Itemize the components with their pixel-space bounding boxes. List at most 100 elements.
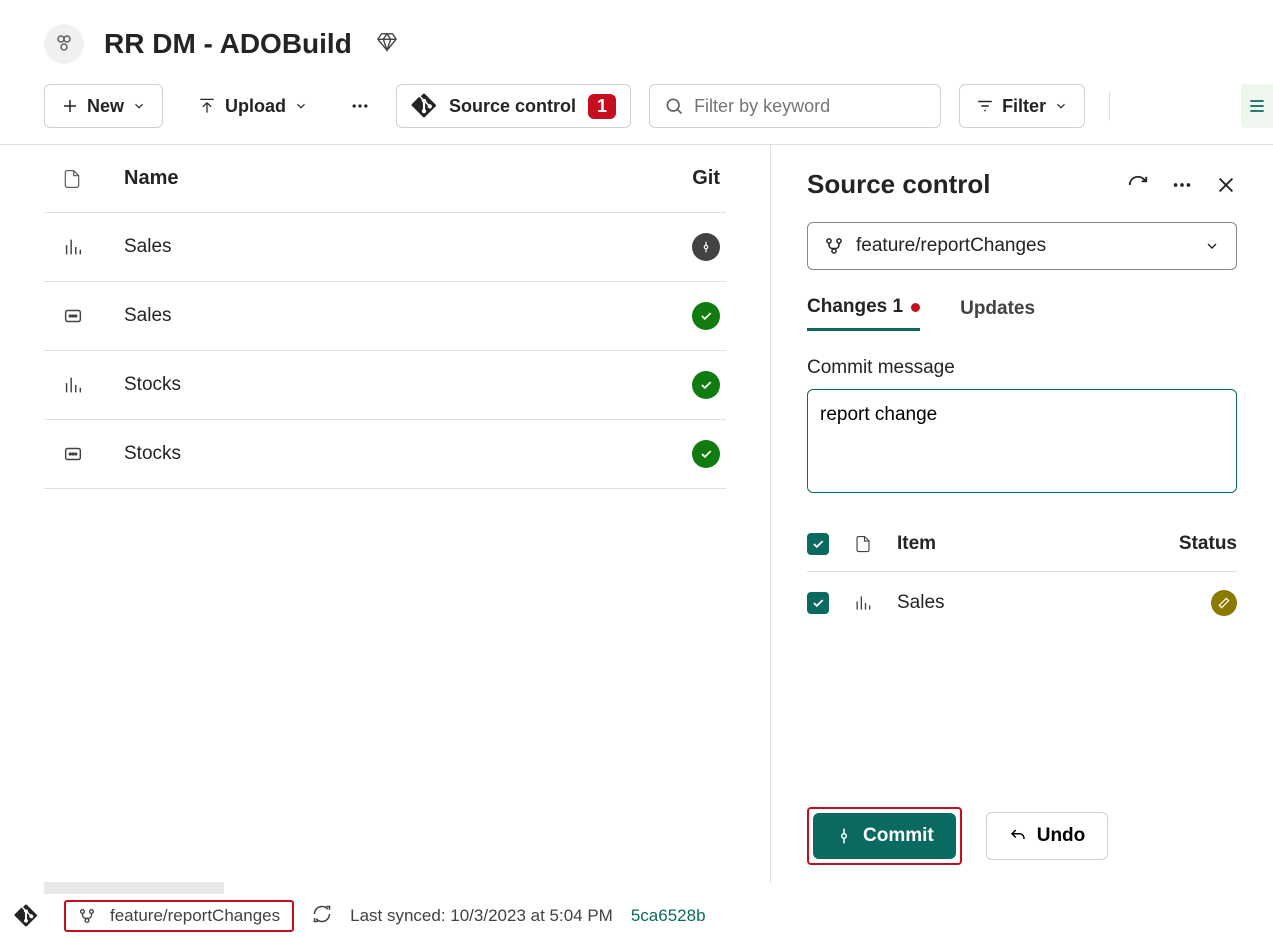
upload-icon xyxy=(197,96,217,116)
sync-arrows-icon xyxy=(312,904,332,924)
change-checkbox[interactable] xyxy=(807,592,829,614)
branch-selector[interactable]: feature/reportChanges xyxy=(807,222,1237,270)
hamburger-icon xyxy=(1247,96,1267,116)
toolbar: New Upload Source control 1 Filter xyxy=(0,80,1273,145)
item-git-status xyxy=(692,440,726,468)
commit-message-input[interactable] xyxy=(807,389,1237,493)
filter-button-label: Filter xyxy=(1002,96,1046,117)
branch-icon xyxy=(824,236,844,256)
chevron-down-icon xyxy=(294,99,308,113)
undo-icon xyxy=(1009,827,1027,845)
panel-toggle-button[interactable] xyxy=(1241,84,1273,128)
table-header-git[interactable]: Git xyxy=(692,167,726,190)
source-control-button[interactable]: Source control 1 xyxy=(396,84,631,128)
source-control-panel: Source control feature/reportChanges Cha… xyxy=(770,145,1273,883)
branch-icon xyxy=(78,907,96,925)
check-icon xyxy=(811,537,825,551)
tab-updates[interactable]: Updates xyxy=(960,296,1035,331)
filter-keyword-input[interactable] xyxy=(694,96,926,117)
page-header: RR DM - ADOBuild xyxy=(0,0,1273,80)
table-row[interactable]: Sales xyxy=(44,282,726,351)
chevron-down-icon xyxy=(132,99,146,113)
new-button[interactable]: New xyxy=(44,84,163,128)
status-branch-highlight[interactable]: feature/reportChanges xyxy=(64,900,294,932)
item-name: Stocks xyxy=(124,374,692,396)
close-panel-button[interactable] xyxy=(1215,174,1237,196)
commit-icon xyxy=(835,827,853,845)
refresh-button[interactable] xyxy=(1127,174,1149,196)
panel-title: Source control xyxy=(807,169,1127,200)
table-row[interactable]: Stocks xyxy=(44,351,726,420)
ellipsis-icon xyxy=(350,96,370,116)
page-title: RR DM - ADOBuild xyxy=(104,28,352,60)
sync-icon[interactable] xyxy=(312,904,332,929)
scrollbar-thumb[interactable] xyxy=(44,882,224,894)
table-header-type-icon xyxy=(44,168,124,190)
search-icon xyxy=(664,96,684,116)
filter-icon xyxy=(976,97,994,115)
source-control-label: Source control xyxy=(449,96,576,117)
upload-button[interactable]: Upload xyxy=(181,84,324,128)
commit-message-label: Commit message xyxy=(807,357,1237,379)
item-git-status xyxy=(692,233,726,261)
upload-button-label: Upload xyxy=(225,96,286,117)
chevron-down-icon xyxy=(1054,99,1068,113)
changes-list-header: Item Status xyxy=(807,521,1237,572)
items-table: Name Git Sales Sales Stocks Stocks xyxy=(0,145,770,883)
new-button-label: New xyxy=(87,96,124,117)
change-status-modified-icon xyxy=(1211,590,1237,616)
table-header-name[interactable]: Name xyxy=(124,167,692,190)
commit-button[interactable]: Commit xyxy=(813,813,956,859)
status-commit-hash[interactable]: 5ca6528b xyxy=(631,906,706,926)
file-icon xyxy=(854,534,872,554)
refresh-icon xyxy=(1127,174,1149,196)
chevron-down-icon xyxy=(1204,238,1220,254)
changes-row[interactable]: Sales xyxy=(807,572,1237,634)
item-type-icon xyxy=(44,236,124,258)
changes-header-status: Status xyxy=(1179,533,1237,555)
table-row[interactable]: Stocks xyxy=(44,420,726,489)
git-icon xyxy=(411,93,437,119)
select-all-checkbox[interactable] xyxy=(807,533,829,555)
changes-header-icon xyxy=(851,534,875,554)
filter-keyword-input-wrap[interactable] xyxy=(649,84,941,128)
commit-button-highlight: Commit xyxy=(807,807,962,865)
item-type-icon xyxy=(44,443,124,465)
item-type-icon xyxy=(44,305,124,327)
panel-more-button[interactable] xyxy=(1171,174,1193,196)
undo-button[interactable]: Undo xyxy=(986,812,1109,860)
source-control-badge: 1 xyxy=(588,94,616,119)
workspace-icon xyxy=(44,24,84,64)
status-bar: feature/reportChanges Last synced: 10/3/… xyxy=(0,894,1273,938)
tab-changes[interactable]: Changes 1 xyxy=(807,296,920,331)
panel-tabs: Changes 1 Updates xyxy=(807,296,1237,331)
git-status-tracked-icon xyxy=(692,233,720,261)
item-git-status xyxy=(692,302,726,330)
close-icon xyxy=(1215,174,1237,196)
item-type-icon xyxy=(44,374,124,396)
filter-button[interactable]: Filter xyxy=(959,84,1085,128)
status-branch-name: feature/reportChanges xyxy=(110,906,280,926)
item-name: Stocks xyxy=(124,443,692,465)
toolbar-divider xyxy=(1109,91,1110,121)
item-name: Sales xyxy=(124,236,692,258)
git-icon xyxy=(14,904,38,928)
changes-indicator-dot xyxy=(911,303,920,312)
premium-diamond-icon xyxy=(376,31,398,58)
changes-header-item: Item xyxy=(897,533,1157,555)
branch-name: feature/reportChanges xyxy=(856,235,1046,257)
item-git-status xyxy=(692,371,726,399)
file-icon xyxy=(62,168,82,190)
tab-changes-label: Changes 1 xyxy=(807,296,903,318)
ellipsis-icon xyxy=(1171,174,1193,196)
tab-updates-label: Updates xyxy=(960,298,1035,320)
more-actions-button[interactable] xyxy=(342,84,378,128)
commit-button-label: Commit xyxy=(863,825,934,847)
table-row[interactable]: Sales xyxy=(44,213,726,282)
change-item-icon xyxy=(851,593,875,613)
table-header: Name Git xyxy=(44,145,726,213)
undo-button-label: Undo xyxy=(1037,825,1086,847)
item-name: Sales xyxy=(124,305,692,327)
status-git-icon xyxy=(6,904,46,928)
change-item-name: Sales xyxy=(897,592,1189,614)
